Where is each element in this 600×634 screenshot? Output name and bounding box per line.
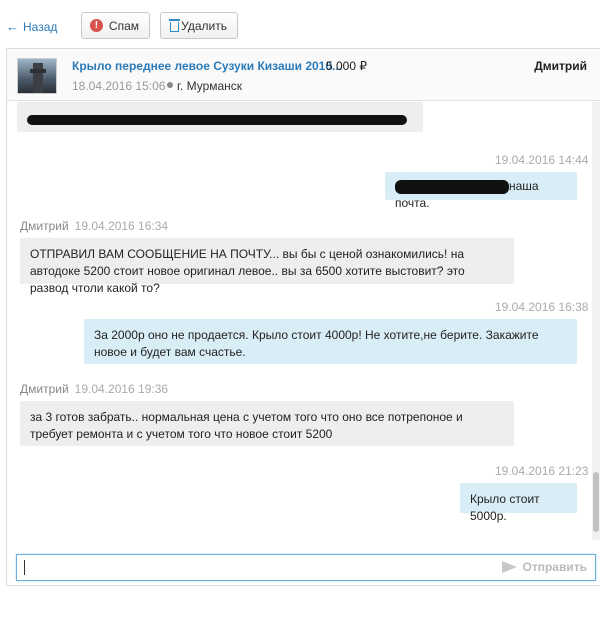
message-outgoing: наша почта. <box>385 172 577 210</box>
spam-button[interactable]: ! Спам <box>81 12 150 39</box>
message-incoming: за 3 готов забрать.. нормальная цена с у… <box>20 401 514 446</box>
ad-title-link[interactable]: Крыло переднее левое Сузуки Кизаши 2010.… <box>72 59 342 73</box>
delete-button[interactable]: Удалить <box>160 12 238 39</box>
send-label: Отправить <box>522 560 587 574</box>
message-text: ОТПРАВИЛ ВАМ СООБЩЕНИЕ НА ПОЧТУ... вы бы… <box>30 247 465 295</box>
message-outgoing: Крыло стоит 5000р. <box>460 483 577 523</box>
back-label: Назад <box>23 19 58 34</box>
message-meta: Дмитрий 19.04.2016 19:36 <box>20 382 168 396</box>
redacted-text <box>395 179 509 194</box>
message-time: 19.04.2016 19:36 <box>74 382 169 396</box>
message-input[interactable]: Отправить <box>16 554 596 581</box>
message-meta: Дмитрий 19.04.2016 16:34 <box>20 219 168 233</box>
ad-city-label: г. Мурманск <box>177 79 243 93</box>
message-author: Дмитрий <box>20 382 69 396</box>
delete-label: Удалить <box>181 18 227 33</box>
ad-date: 18.04.2016 15:06 <box>72 79 166 93</box>
text-caret <box>24 560 25 575</box>
scrollbar-thumb[interactable] <box>593 472 599 532</box>
ad-header: Крыло переднее левое Сузуки Кизаши 2010.… <box>7 49 600 101</box>
seller-name: Дмитрий <box>534 59 587 73</box>
message-list[interactable]: 19.04.2016 14:44 наша почта. Дмитрий 19.0… <box>7 102 593 540</box>
trash-icon <box>169 19 180 32</box>
spam-label: Спам <box>108 18 139 33</box>
redacted-text <box>27 114 407 125</box>
paper-plane-icon <box>501 561 518 573</box>
ad-thumbnail[interactable] <box>17 58 57 94</box>
send-button[interactable]: Отправить <box>501 560 587 574</box>
map-pin-icon <box>167 82 173 90</box>
message-outgoing: За 2000р оно не продается. Крыло стоит 4… <box>84 319 577 364</box>
toolbar: ← Назад ! Спам Удалить <box>0 0 600 48</box>
message-time: 19.04.2016 16:34 <box>74 219 169 233</box>
left-arrow-icon: ← <box>6 19 19 34</box>
back-link[interactable]: ← Назад <box>6 19 57 34</box>
exclamation-circle-icon: ! <box>90 19 103 32</box>
message-time: 19.04.2016 21:23 <box>495 464 589 478</box>
conversation-panel: Крыло переднее левое Сузуки Кизаши 2010.… <box>6 48 600 586</box>
message-incoming: ОТПРАВИЛ ВАМ СООБЩЕНИЕ НА ПОЧТУ... вы бы… <box>20 238 514 295</box>
ad-city: г. Мурманск <box>167 79 242 93</box>
message-time: 19.04.2016 16:38 <box>495 300 589 314</box>
message-text: Крыло стоит 5000р. <box>470 492 540 523</box>
message-text: за 3 готов забрать.. нормальная цена с у… <box>30 410 463 441</box>
message-time: 19.04.2016 14:44 <box>495 153 589 167</box>
message-scrollbar[interactable] <box>592 102 600 540</box>
message-incoming <box>17 102 423 132</box>
message-author: Дмитрий <box>20 219 69 233</box>
ad-price: 5 000 ₽ <box>326 59 367 73</box>
message-text: За 2000р оно не продается. Крыло стоит 4… <box>94 328 539 359</box>
